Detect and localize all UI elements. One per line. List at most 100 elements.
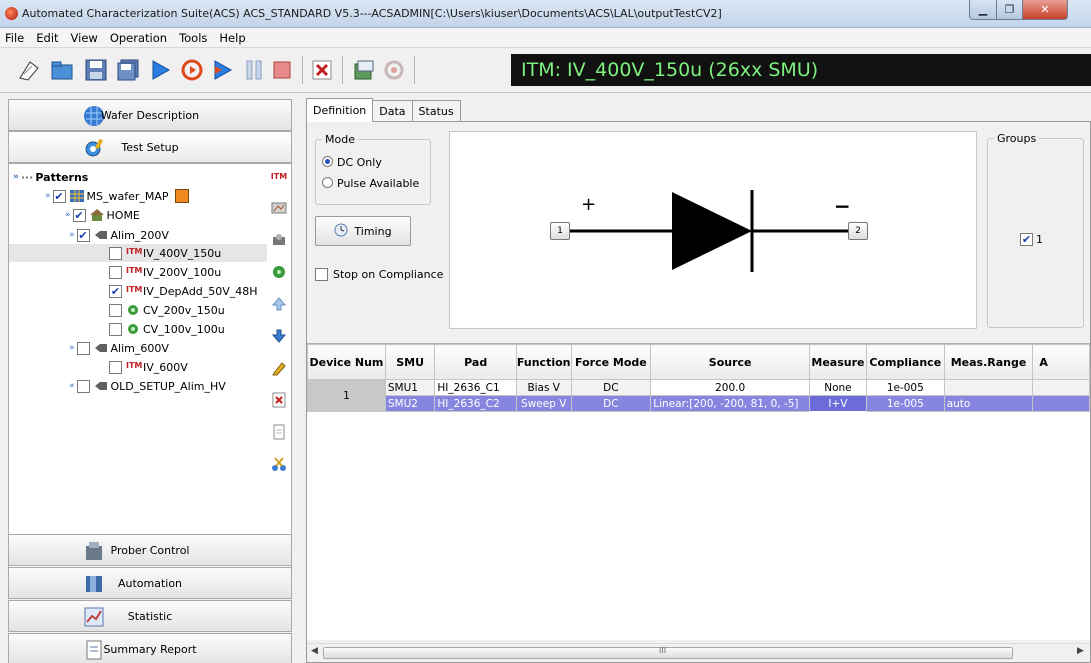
tab-status[interactable]: Status bbox=[411, 100, 461, 122]
tree-node-alim200[interactable]: » ✔ Alim_200V bbox=[69, 226, 169, 244]
add-device-button[interactable] bbox=[270, 231, 288, 249]
pad-cell[interactable]: HI_2636_C1 bbox=[434, 379, 517, 396]
tree-node-cv200[interactable]: CV_200v_150u bbox=[109, 301, 225, 319]
new-button[interactable] bbox=[14, 56, 42, 84]
col-pad[interactable]: Pad bbox=[434, 344, 517, 380]
add-itm-button[interactable]: ITM bbox=[270, 167, 288, 185]
menu-file[interactable]: File bbox=[5, 31, 24, 45]
save-button[interactable] bbox=[82, 56, 110, 84]
col-source[interactable]: Source bbox=[650, 344, 810, 380]
tree-node-old-setup[interactable]: « OLD_SETUP_Alim_HV bbox=[69, 377, 226, 395]
maximize-button[interactable]: ❐ bbox=[996, 0, 1023, 20]
tree-node-ivdep[interactable]: ✔ ITM IV_DepAdd_50V_48H bbox=[109, 282, 258, 300]
menu-operation[interactable]: Operation bbox=[110, 31, 167, 45]
rename-button[interactable] bbox=[270, 359, 288, 377]
col-smu[interactable]: SMU bbox=[384, 344, 436, 380]
pulse-available-radio[interactable]: Pulse Available bbox=[322, 177, 419, 190]
tree-checkbox[interactable] bbox=[109, 322, 122, 336]
force-mode-cell[interactable]: DC bbox=[570, 395, 652, 412]
table-row-selected[interactable]: SMU2 HI_2636_C2 Sweep V DC Linear:[200, … bbox=[308, 395, 1090, 412]
run-single-button[interactable] bbox=[208, 56, 236, 84]
col-function[interactable]: Function bbox=[515, 344, 572, 380]
dc-only-radio[interactable]: DC Only bbox=[322, 156, 382, 169]
close-button[interactable]: ✕ bbox=[1022, 0, 1068, 20]
add-subsite-button[interactable] bbox=[270, 199, 288, 217]
tree-checkbox[interactable] bbox=[109, 265, 122, 279]
delete-button[interactable] bbox=[270, 391, 288, 409]
menu-edit[interactable]: Edit bbox=[36, 31, 58, 45]
tree-checkbox[interactable] bbox=[76, 341, 90, 355]
col-force-mode[interactable]: Force Mode bbox=[570, 344, 652, 380]
pause-button[interactable] bbox=[240, 56, 268, 84]
tree-checkbox[interactable] bbox=[109, 246, 122, 260]
nav-prober-control[interactable]: Prober Control bbox=[8, 534, 292, 566]
tree-checkbox[interactable] bbox=[109, 303, 122, 317]
tree-node-iv600[interactable]: ITM IV_600V bbox=[109, 358, 188, 376]
run-button[interactable] bbox=[146, 56, 174, 84]
nav-summary-report[interactable]: Summary Report bbox=[8, 633, 292, 663]
menu-view[interactable]: View bbox=[71, 31, 98, 45]
device-num-cell[interactable]: 1 bbox=[307, 379, 386, 412]
tree-node-patterns[interactable]: » ··· Patterns bbox=[13, 168, 88, 186]
cut-button[interactable] bbox=[270, 455, 288, 473]
a-cell[interactable] bbox=[1032, 379, 1090, 396]
nav-test-setup[interactable]: Test Setup bbox=[8, 131, 292, 163]
col-a[interactable]: A bbox=[1032, 344, 1090, 380]
tab-definition[interactable]: Definition bbox=[306, 98, 374, 122]
tree-checkbox[interactable] bbox=[76, 379, 90, 393]
move-up-button[interactable] bbox=[270, 295, 288, 313]
a-cell[interactable] bbox=[1032, 395, 1090, 412]
open-button[interactable] bbox=[48, 56, 76, 84]
function-cell[interactable]: Sweep V bbox=[515, 395, 572, 412]
nav-wafer-description[interactable]: Wafer Description bbox=[8, 99, 292, 131]
meas-range-cell[interactable]: auto bbox=[943, 395, 1034, 412]
compliance-cell[interactable]: 1e-005 bbox=[865, 379, 945, 396]
tree-node-wafer-map[interactable]: » ✔ MS_wafer_MAP bbox=[45, 187, 189, 205]
copy-button[interactable] bbox=[270, 423, 288, 441]
col-device-num[interactable]: Device Num bbox=[307, 344, 386, 380]
pad-cell[interactable]: HI_2636_C2 bbox=[434, 395, 517, 412]
move-down-button[interactable] bbox=[270, 327, 288, 345]
run-continuous-button[interactable] bbox=[178, 56, 206, 84]
table-row[interactable]: 1 SMU1 HI_2636_C1 Bias V DC 200.0 None 1… bbox=[307, 379, 1090, 412]
stop-button[interactable] bbox=[268, 56, 296, 84]
group-1-checkbox[interactable]: ✔ 1 bbox=[1020, 233, 1043, 246]
pad-2-terminal[interactable]: 2 bbox=[848, 222, 868, 240]
tree-checkbox[interactable] bbox=[109, 360, 122, 374]
add-cv-button[interactable] bbox=[270, 263, 288, 281]
nav-automation[interactable]: Automation bbox=[8, 567, 292, 599]
tree-checkbox[interactable]: ✔ bbox=[72, 208, 86, 222]
refresh-button[interactable] bbox=[380, 56, 408, 84]
nav-statistic[interactable]: Statistic bbox=[8, 600, 292, 632]
smu-cell[interactable]: SMU1 bbox=[384, 379, 436, 396]
col-meas-range[interactable]: Meas.Range bbox=[943, 344, 1034, 380]
col-compliance[interactable]: Compliance bbox=[865, 344, 945, 380]
abort-button[interactable] bbox=[308, 56, 336, 84]
col-measure[interactable]: Measure bbox=[808, 344, 867, 380]
tab-data[interactable]: Data bbox=[372, 100, 413, 122]
menu-help[interactable]: Help bbox=[219, 31, 245, 45]
tree-checkbox[interactable]: ✔ bbox=[109, 284, 122, 298]
source-cell[interactable]: 200.0 bbox=[650, 379, 810, 396]
meas-range-cell[interactable] bbox=[943, 379, 1034, 396]
measure-cell[interactable]: I+V bbox=[808, 395, 867, 412]
stop-on-compliance-checkbox[interactable]: Stop on Compliance bbox=[315, 268, 443, 281]
scrollbar-thumb[interactable]: III bbox=[323, 646, 1013, 659]
compliance-cell[interactable]: 1e-005 bbox=[865, 395, 945, 412]
save-all-button[interactable] bbox=[114, 56, 142, 84]
measure-cell[interactable]: None bbox=[808, 379, 867, 396]
tree-node-iv400-selected[interactable]: ITM IV_400V_150u bbox=[9, 244, 267, 262]
tree-node-cv100[interactable]: CV_100v_100u bbox=[109, 320, 225, 338]
source-cell[interactable]: Linear:[200, -200, 81, 0, -5] bbox=[650, 395, 810, 412]
tree-checkbox[interactable]: ✔ bbox=[76, 228, 90, 242]
tree-node-home[interactable]: » ✔ HOME bbox=[65, 206, 140, 224]
function-cell[interactable]: Bias V bbox=[515, 379, 572, 396]
export-button[interactable] bbox=[350, 56, 378, 84]
force-mode-cell[interactable]: DC bbox=[570, 379, 652, 396]
pad-1-terminal[interactable]: 1 bbox=[550, 222, 570, 240]
tree-checkbox[interactable]: ✔ bbox=[52, 189, 66, 203]
smu-cell[interactable]: SMU2 bbox=[384, 395, 436, 412]
tree-node-alim600[interactable]: » Alim_600V bbox=[69, 339, 169, 357]
minimize-button[interactable]: ▁ bbox=[969, 0, 997, 20]
timing-button[interactable]: Timing bbox=[315, 216, 411, 246]
